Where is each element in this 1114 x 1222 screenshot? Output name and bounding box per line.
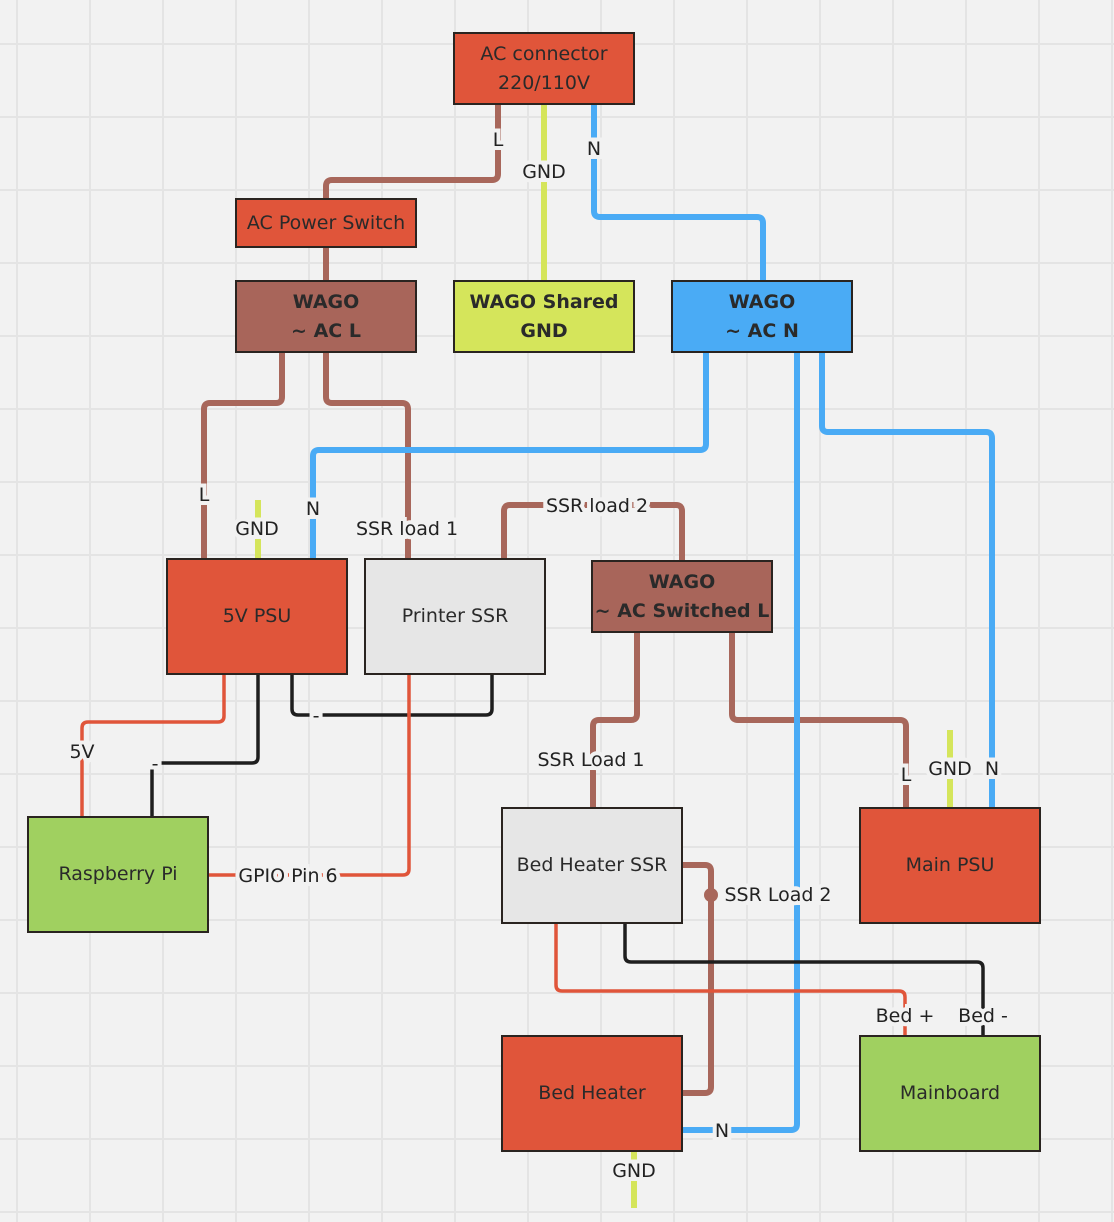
junction-dot — [704, 888, 718, 902]
bed-heater-node[interactable]: Bed Heater — [501, 1035, 683, 1152]
label-bed-plus: Bed + — [876, 1005, 935, 1027]
label-ssr-load1: SSR load 1 — [356, 518, 458, 540]
label-ssr-minus: - — [313, 705, 320, 727]
wago-ac-n-node[interactable]: WAGO ~ AC N — [671, 280, 853, 353]
wire-ac-l — [323, 105, 501, 198]
raspberry-pi-node[interactable]: Raspberry Pi — [27, 816, 209, 933]
label-rpi-minus: - — [152, 753, 159, 775]
label-bed-minus: Bed - — [958, 1005, 1008, 1027]
wire-gpio — [209, 675, 411, 877]
psu-5v-node[interactable]: 5V PSU — [166, 558, 348, 675]
wire-wago-n-heater — [683, 353, 800, 1133]
label-heater-gnd: GND — [612, 1160, 656, 1182]
wago-shared-gnd-node[interactable]: WAGO Shared GND — [453, 280, 635, 353]
ac-connector-node[interactable]: AC connector 220/110V — [453, 32, 635, 105]
wire-bed-plus — [554, 924, 907, 1035]
label-main-l: L — [901, 764, 912, 786]
label-main-gnd: GND — [928, 758, 972, 780]
label-ac-gnd: GND — [522, 161, 566, 183]
wire-switched-bed-ssr — [590, 633, 640, 807]
label-bed-ssr-load1: SSR Load 1 — [537, 749, 644, 771]
wire-psu5-ssr-minus — [290, 675, 494, 717]
wago-ac-l-node[interactable]: WAGO ~ AC L — [235, 280, 417, 353]
ac-power-switch-node[interactable]: AC Power Switch — [235, 198, 417, 248]
mainboard-node[interactable]: Mainboard — [859, 1035, 1041, 1152]
bed-heater-ssr-node[interactable]: Bed Heater SSR — [501, 807, 683, 924]
wago-switched-l-node[interactable]: WAGO ~ AC Switched L — [591, 560, 773, 633]
main-psu-node[interactable]: Main PSU — [859, 807, 1041, 924]
label-ac-n: N — [587, 138, 601, 160]
label-ac-l: L — [493, 129, 504, 151]
label-heater-n: N — [715, 1120, 729, 1142]
label-gpio: GPIO Pin 6 — [238, 865, 337, 887]
label-ssr-load2: SSR load 2 — [546, 495, 648, 517]
label-rpi-5v: 5V — [69, 741, 94, 763]
label-psu5-gnd: GND — [235, 518, 279, 540]
wire-ac-n — [591, 105, 766, 280]
label-bed-ssr-load2: SSR Load 2 — [724, 884, 831, 906]
wire-psu5-rpi-minus — [150, 675, 260, 816]
wire-switched-main-psu — [729, 633, 909, 807]
printer-ssr-node[interactable]: Printer SSR — [364, 558, 546, 675]
label-psu5-n: N — [306, 498, 320, 520]
label-psu5-l: L — [199, 484, 210, 506]
label-main-n: N — [985, 758, 999, 780]
